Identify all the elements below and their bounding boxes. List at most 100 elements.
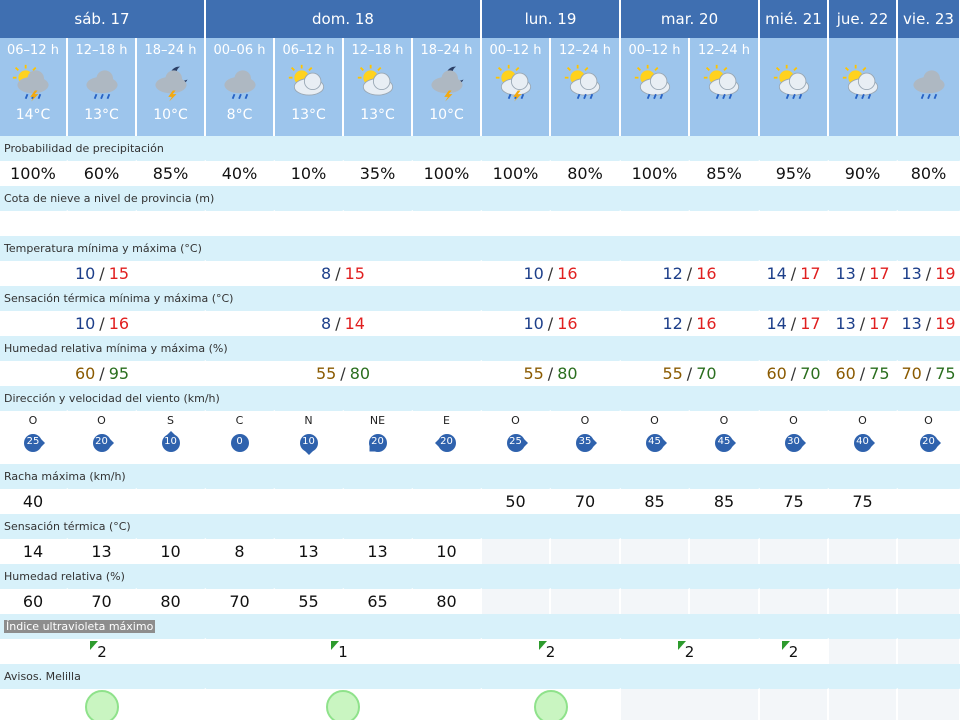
row-label-text: Humedad relativa (%)	[4, 569, 125, 583]
temp-range: 10/16	[482, 260, 621, 286]
day-header-fri[interactable]: vie. 23	[898, 0, 960, 38]
day-header-thu[interactable]: jue. 22	[829, 0, 898, 38]
humidity-range-min: 55	[662, 364, 683, 383]
feels-range: 14/17	[760, 310, 829, 336]
row-label-feels_now: Sensación térmica (°C)	[0, 514, 960, 538]
alert-green-icon[interactable]	[533, 689, 568, 720]
alert-cell[interactable]	[0, 688, 206, 720]
day-header-mon[interactable]: lun. 19	[482, 0, 621, 38]
period-cell: 12–18 h 13°C	[344, 38, 413, 136]
humidity-range-max: 70	[800, 364, 821, 383]
gust-value: 75	[829, 488, 898, 514]
humidity-value: 70	[206, 588, 275, 614]
snow-value	[621, 210, 690, 236]
wind-cell: O 45	[690, 410, 760, 464]
rain-cloud-icon	[218, 63, 262, 105]
humidity-value: 60	[0, 588, 68, 614]
period-cell: 00–12 h	[482, 38, 551, 136]
feels-range-min: 13	[901, 314, 922, 333]
row-label-text: Temperatura mínima y máxima (°C)	[4, 241, 202, 255]
humidity-value: 55	[275, 588, 344, 614]
feels-range: 13/19	[898, 310, 960, 336]
wind-direction: O	[97, 414, 106, 427]
wind-cell: O 40	[829, 410, 898, 464]
temp-range-separator: /	[686, 264, 693, 283]
alert-green-icon[interactable]	[85, 689, 119, 720]
alert-cell[interactable]	[482, 688, 621, 720]
humidity-range-max: 95	[108, 364, 130, 383]
temp-range-max: 16	[557, 264, 578, 283]
snow-value	[829, 210, 898, 236]
row-label-text: Dirección y velocidad del viento (km/h)	[4, 391, 220, 405]
uv-cell: 2	[482, 638, 621, 664]
alert-cell[interactable]	[206, 688, 482, 720]
uv-value: 1	[338, 642, 348, 661]
feels-value	[551, 538, 621, 564]
wind-speed-badge: 20	[80, 428, 124, 462]
temp-range-separator: /	[547, 264, 554, 283]
wind-speed: 25	[509, 436, 522, 447]
wind-direction: O	[858, 414, 867, 427]
partly-cloudy-icon	[356, 63, 400, 105]
humidity-value	[482, 588, 551, 614]
period-cell: 18–24 h 10°C	[137, 38, 206, 136]
temp-range: 8/15	[206, 260, 482, 286]
gust-value	[68, 488, 137, 514]
humidity-range-min: 60	[766, 364, 787, 383]
wind-direction: O	[511, 414, 520, 427]
alert-green-icon[interactable]	[326, 689, 360, 720]
snow-value	[137, 210, 206, 236]
night-storm-icon	[425, 63, 469, 105]
snow-value	[0, 210, 68, 236]
feels-range: 10/16	[482, 310, 621, 336]
uv-value: 2	[788, 642, 799, 661]
wind-speed-badge: 25	[494, 428, 538, 462]
feels-range-separator: /	[99, 314, 105, 333]
uv-cell	[829, 638, 898, 664]
alert-cell	[760, 688, 829, 720]
forecast-table: sáb. 17 dom. 18 lun. 19 mar. 20 mié. 21 jue. …	[0, 0, 960, 720]
humidity-value: 65	[344, 588, 413, 614]
row-label-temp: Temperatura mínima y máxima (°C)	[0, 236, 960, 260]
gust-value: 70	[551, 488, 621, 514]
temp-range-min: 14	[766, 264, 787, 283]
rain-cloud-icon	[907, 63, 951, 105]
row-label-text: Sensación térmica mínima y máxima (°C)	[4, 291, 234, 305]
snow-value	[275, 210, 344, 236]
humidity-value	[621, 588, 690, 614]
row-label-text: Humedad relativa mínima y máxima (%)	[4, 341, 228, 355]
humidity-value	[829, 588, 898, 614]
wind-speed: 10	[164, 436, 177, 447]
wind-cell: O 45	[621, 410, 690, 464]
precip-value: 90%	[829, 160, 898, 186]
wind-direction: O	[789, 414, 798, 427]
day-header-sun[interactable]: dom. 18	[206, 0, 482, 38]
period-cell	[760, 38, 829, 136]
feels-range: 13/17	[829, 310, 898, 336]
humidity-range-max: 75	[869, 364, 890, 383]
period-label: 06–12 h	[282, 43, 335, 58]
uv-value: 2	[97, 642, 107, 661]
feels-value	[482, 538, 551, 564]
wind-direction: E	[443, 414, 450, 427]
rain-cloud-icon	[80, 63, 124, 105]
humidity-range-separator: /	[547, 364, 554, 383]
day-header-wed[interactable]: mié. 21	[760, 0, 829, 38]
temp-range: 10/15	[0, 260, 206, 286]
feels-value: 13	[344, 538, 413, 564]
precip-value: 80%	[551, 160, 621, 186]
humidity-range-max: 75	[935, 364, 956, 383]
row-label-uv: Índice ultravioleta máximo	[0, 614, 960, 638]
row-label-text: Avisos. Melilla	[4, 669, 81, 683]
feels-range-max: 19	[935, 314, 956, 333]
day-header-tue[interactable]: mar. 20	[621, 0, 760, 38]
temp-range-separator: /	[99, 264, 105, 283]
humidity-value	[551, 588, 621, 614]
gust-value: 40	[0, 488, 68, 514]
precip-value: 100%	[0, 160, 68, 186]
humidity-value	[690, 588, 760, 614]
temp-range-separator: /	[925, 264, 932, 283]
wind-speed: 45	[717, 436, 731, 447]
day-header-sat[interactable]: sáb. 17	[0, 0, 206, 38]
wind-direction: N	[304, 414, 313, 427]
